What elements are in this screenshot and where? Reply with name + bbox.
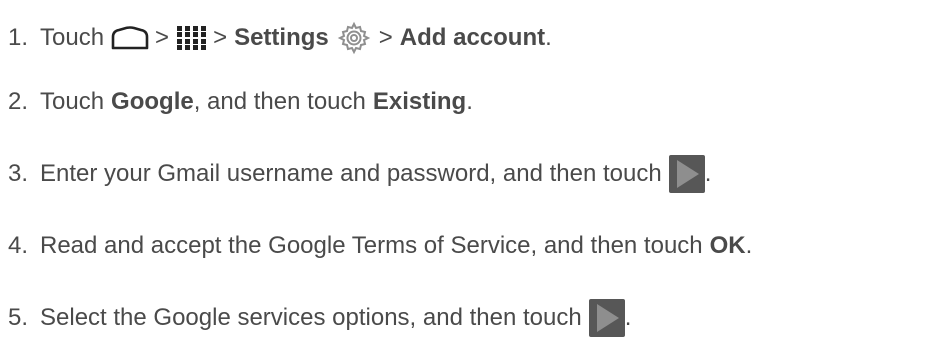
- step-3: 3. Enter your Gmail username and passwor…: [8, 154, 711, 194]
- separator: >: [378, 24, 393, 51]
- gear-icon: [337, 21, 371, 55]
- step-text: , and then touch: [193, 88, 366, 115]
- step-text: Select the Google services options, and …: [40, 304, 582, 331]
- step-number: 1.: [8, 24, 29, 51]
- add-account-label: Add account: [399, 24, 546, 51]
- period: .: [704, 160, 712, 187]
- period: .: [624, 304, 632, 331]
- step-text: Read and accept the Google Terms of Serv…: [40, 232, 703, 259]
- step-text: Touch: [40, 24, 105, 51]
- period: .: [466, 88, 473, 115]
- instruction-steps: 1. Touch > > Settings > Add account . 2.…: [0, 0, 932, 356]
- period: .: [745, 232, 753, 259]
- separator: >: [213, 24, 228, 51]
- home-icon: [111, 26, 149, 50]
- google-label: Google: [111, 88, 194, 115]
- separator: >: [155, 24, 170, 51]
- step-1: 1. Touch > > Settings > Add account .: [8, 18, 552, 58]
- step-2: 2. Touch Google , and then touch Existin…: [8, 82, 473, 122]
- ok-label: OK: [709, 232, 746, 259]
- step-number: 4.: [8, 232, 29, 259]
- step-number: 2.: [8, 88, 29, 115]
- next-arrow-icon: [588, 299, 625, 337]
- step-text: Enter your Gmail username and password, …: [40, 160, 662, 187]
- step-4: 4. Read and accept the Google Terms of S…: [8, 226, 752, 266]
- apps-icon: [176, 25, 207, 51]
- existing-label: Existing: [372, 88, 467, 115]
- step-5: 5. Select the Google services options, a…: [8, 298, 631, 338]
- settings-label: Settings: [234, 24, 329, 51]
- period: .: [545, 24, 552, 51]
- next-arrow-icon: [668, 155, 705, 193]
- step-number: 3.: [8, 160, 29, 187]
- step-text: Touch: [40, 88, 105, 115]
- step-number: 5.: [8, 304, 29, 331]
